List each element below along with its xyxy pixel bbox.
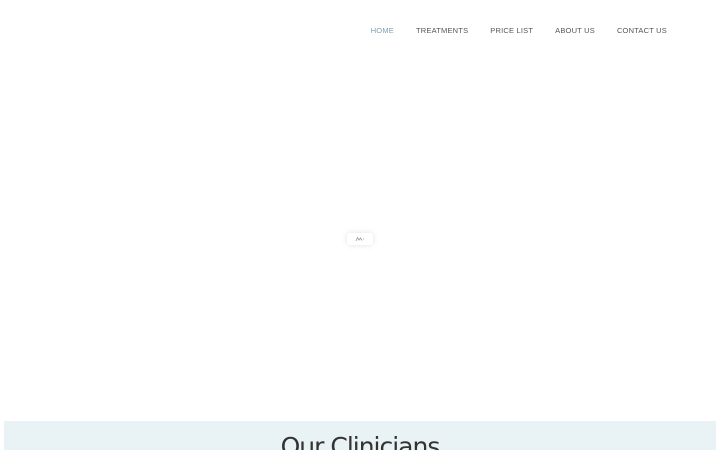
nav-item-contact-us[interactable]: CONTACT US — [617, 26, 667, 36]
main-navigation: HOME TREATMENTS PRICE LIST ABOUT US CONT… — [371, 26, 667, 36]
nav-item-home[interactable]: HOME — [371, 26, 394, 36]
page: HOME TREATMENTS PRICE LIST ABOUT US CONT… — [0, 0, 720, 450]
loading-spinner-icon — [355, 236, 365, 242]
nav-item-about-us[interactable]: ABOUT US — [555, 26, 595, 36]
nav-item-treatments[interactable]: TREATMENTS — [416, 26, 468, 36]
loading-indicator — [347, 233, 373, 245]
nav-item-price-list[interactable]: PRICE LIST — [490, 26, 533, 36]
clinicians-section: Our Clinicians — [4, 421, 716, 450]
clinicians-heading: Our Clinicians — [280, 432, 441, 450]
